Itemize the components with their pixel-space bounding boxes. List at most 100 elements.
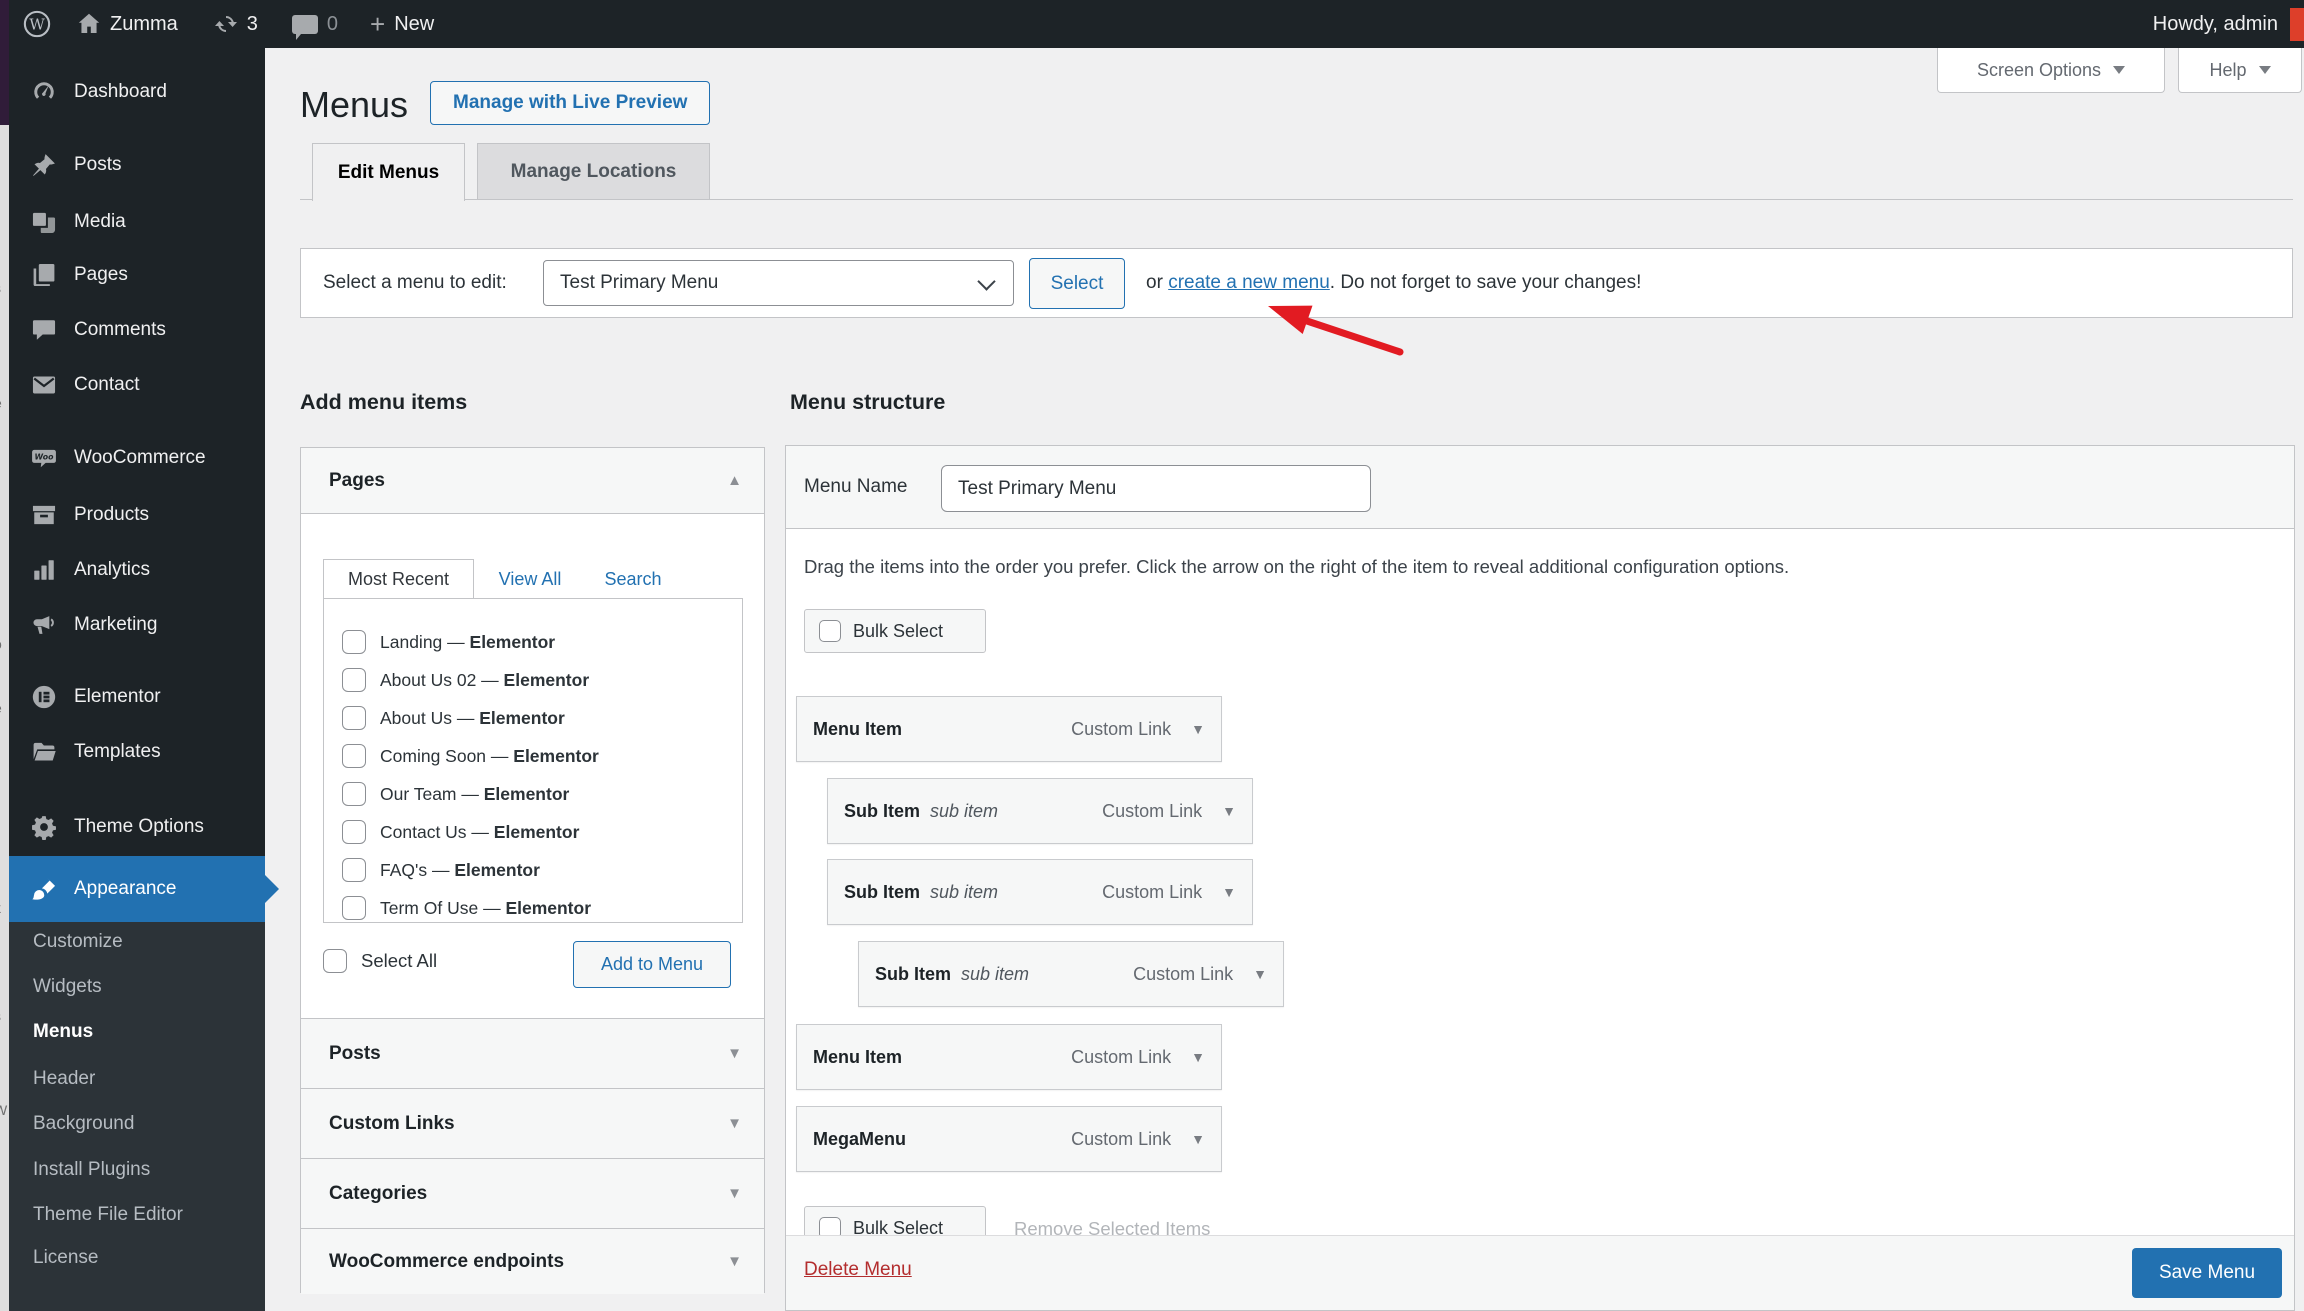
background-window-sliver: s e o e k s W t t [0,0,9,1311]
chevron-down-icon[interactable]: ▼ [1191,1131,1205,1147]
page-checkbox[interactable] [342,820,366,844]
submenu-item-widgets[interactable]: Widgets [9,967,265,1007]
submenu-item-menus[interactable]: Menus [9,1012,265,1052]
select-all-checkbox[interactable] [323,949,347,973]
select-button[interactable]: Select [1029,258,1125,309]
page-checkbox-row: Contact Us — Elementor [342,815,579,849]
add-menu-items-panel: Pages Most Recent View All Search Landin… [300,447,765,1294]
screen-options-button[interactable]: Screen Options [1937,48,2165,93]
page-checkbox[interactable] [342,630,366,654]
submenu-item-theme-file-editor[interactable]: Theme File Editor [9,1195,265,1235]
page-checkbox[interactable] [342,858,366,882]
page-checkbox-row: FAQ's — Elementor [342,853,540,887]
pages-tab-view-all[interactable]: View All [491,559,569,599]
pages-accordion-header[interactable]: Pages [301,448,764,514]
admin-bar-site-link[interactable]: Zumma [77,12,178,36]
page-checkbox[interactable] [342,706,366,730]
page-checkbox[interactable] [342,896,366,920]
select-menu-label: Select a menu to edit: [323,272,507,293]
media-icon [31,209,57,235]
svg-text:W: W [29,16,45,34]
create-new-menu-link[interactable]: create a new menu [1168,272,1330,294]
pages-icon [31,262,57,288]
pages-tab-most-recent[interactable]: Most Recent [323,559,474,599]
menu-structure-item-sub-item-1[interactable]: Sub Item sub item Custom Link ▼ [827,778,1253,844]
sidebar-item-media[interactable]: Media [9,196,265,248]
submenu-item-header[interactable]: Header [9,1059,265,1099]
chevron-down-icon[interactable]: ▼ [1191,1049,1205,1065]
update-count: 3 [246,12,258,35]
product-box-icon [31,502,57,528]
admin-bar-site-name: Zumma [110,12,178,35]
woocommerce-icon: Woo [31,445,57,471]
admin-bar-new-button[interactable]: + New [370,11,434,37]
submenu-item-install-plugins[interactable]: Install Plugins [9,1150,265,1190]
menu-structure-panel: Menu Name Drag the items into the order … [785,445,2295,1311]
chevron-down-icon [2113,66,2126,74]
accordion-header-categories[interactable]: Categories [301,1158,764,1228]
add-to-menu-button[interactable]: Add to Menu [573,941,731,988]
submenu-item-customize[interactable]: Customize [9,922,265,962]
chevron-down-icon[interactable]: ▼ [1222,803,1236,819]
sidebar-item-templates[interactable]: Templates [9,726,265,778]
admin-bar-comments[interactable]: 0 [291,13,338,40]
admin-bar-updates[interactable]: 3 [214,12,258,36]
accordion-header-custom-links[interactable]: Custom Links [301,1088,764,1158]
comment-icon [31,317,57,343]
tab-edit-menus[interactable]: Edit Menus [312,143,465,201]
manage-live-preview-button[interactable]: Manage with Live Preview [430,81,711,125]
sidebar-item-woocommerce[interactable]: Woo WooCommerce [9,432,265,484]
page-checkbox-row: About Us — Elementor [342,701,565,735]
tab-manage-locations[interactable]: Manage Locations [477,143,710,200]
admin-sidebar: Dashboard Posts Media Pages Comments Con… [9,48,279,1311]
menu-structure-item-sub-item-2[interactable]: Sub Item sub item Custom Link ▼ [827,859,1253,925]
chevron-down-icon [727,1185,742,1202]
sidebar-item-marketing[interactable]: Marketing [9,599,265,651]
avatar[interactable] [2290,7,2304,41]
menu-structure-item-menu-item-4[interactable]: Menu Item Custom Link ▼ [796,1024,1222,1090]
howdy-text[interactable]: Howdy, admin [2153,13,2278,36]
save-menu-button[interactable]: Save Menu [2132,1248,2282,1298]
submenu-item-license[interactable]: License [9,1238,265,1278]
sidebar-item-comments[interactable]: Comments [9,304,265,356]
wordpress-logo-icon[interactable]: W [23,10,51,38]
menu-structure-footer: Delete Menu Save Menu [786,1235,2294,1310]
page-checkbox[interactable] [342,744,366,768]
page-checkbox-row: Our Team — Elementor [342,777,569,811]
page-checkbox[interactable] [342,668,366,692]
sidebar-item-products[interactable]: Products [9,489,265,541]
page-checkbox[interactable] [342,782,366,806]
chevron-down-icon [727,1045,742,1062]
sidebar-item-pages[interactable]: Pages [9,249,265,301]
accordion-header-woocommerce-endpoints[interactable]: WooCommerce endpoints [301,1228,764,1294]
pages-tab-search[interactable]: Search [598,559,668,599]
menu-name-header: Menu Name [786,446,2294,529]
submenu-item-background[interactable]: Background [9,1104,265,1144]
accordion-header-posts[interactable]: Posts [301,1018,764,1088]
brush-icon [31,876,57,902]
bulk-select-checkbox[interactable] [819,620,841,642]
page-checkbox-row: About Us 02 — Elementor [342,663,589,697]
menu-structure-item-megamenu-5[interactable]: MegaMenu Custom Link ▼ [796,1106,1222,1172]
chevron-down-icon[interactable]: ▼ [1222,884,1236,900]
sidebar-item-dashboard[interactable]: Dashboard [9,66,265,118]
chevron-down-icon[interactable]: ▼ [1191,721,1205,737]
sidebar-item-analytics[interactable]: Analytics [9,544,265,596]
delete-menu-link[interactable]: Delete Menu [804,1259,912,1281]
select-all-label: Select All [361,950,438,971]
chevron-down-icon [727,1253,742,1270]
menu-structure-item-sub-item-3[interactable]: Sub Item sub item Custom Link ▼ [858,941,1284,1007]
chevron-down-icon[interactable]: ▼ [1253,966,1267,982]
sidebar-item-contact[interactable]: Contact [9,359,265,411]
sidebar-item-appearance[interactable]: Appearance [9,856,279,922]
admin-bar: W Zumma 3 0 + New Howdy, admin [9,0,2304,48]
menu-structure-item-menu-item-0[interactable]: Menu Item Custom Link ▼ [796,696,1222,762]
sidebar-item-elementor[interactable]: Elementor [9,671,265,723]
menu-select-dropdown[interactable]: Test Primary Menu [543,260,1014,306]
envelope-icon [31,372,57,398]
menu-structure-heading: Menu structure [790,390,946,414]
sidebar-item-posts[interactable]: Posts [9,139,265,191]
help-button[interactable]: Help [2178,48,2302,93]
menu-name-input[interactable] [941,465,1371,512]
sidebar-item-theme-options[interactable]: Theme Options [9,801,265,853]
